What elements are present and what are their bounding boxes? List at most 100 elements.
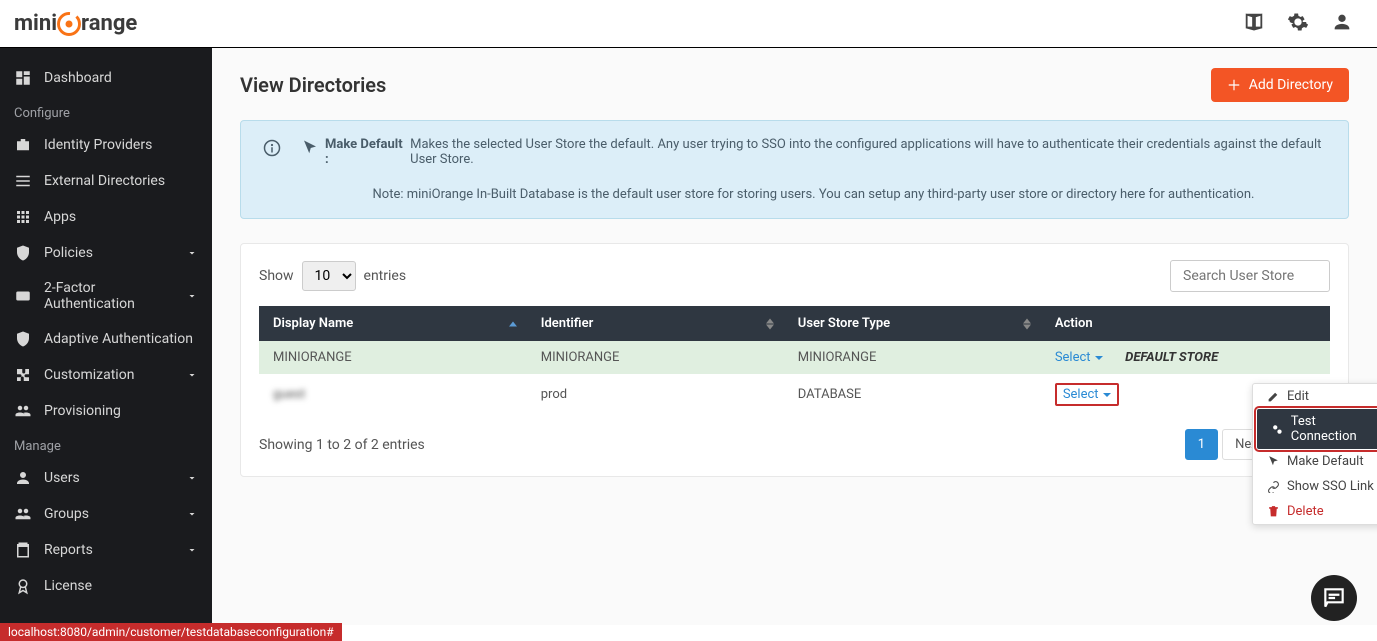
sidebar-item-label: 2-Factor Authentication — [44, 280, 174, 312]
chevron-down-icon — [186, 247, 198, 259]
shield-check-icon — [14, 330, 32, 348]
sidebar-item-label: Dashboard — [44, 70, 112, 86]
sidebar-item-label: Groups — [44, 506, 89, 522]
sidebar-item-identity-providers[interactable]: Identity Providers — [0, 127, 212, 163]
dropdown-show-sso-link[interactable]: Show SSO Link — [1253, 474, 1377, 499]
sidebar-item-groups[interactable]: Groups — [0, 496, 212, 532]
chevron-down-icon — [186, 472, 198, 484]
action-dropdown: Edit Test Connection Make Default Show S… — [1252, 383, 1377, 525]
cursor-icon — [301, 139, 319, 157]
table-row: guest prod DATABASE Select — [259, 374, 1330, 415]
sidebar-item-reports[interactable]: Reports — [0, 532, 212, 568]
table-footer: Showing 1 to 2 of 2 entries 1 Next Last — [259, 429, 1330, 460]
add-button-label: Add Directory — [1249, 77, 1333, 93]
sidebar-item-users[interactable]: Users — [0, 460, 212, 496]
link-icon — [1267, 480, 1280, 493]
info-body-text: Makes the selected User Store the defaul… — [410, 137, 1326, 167]
th-user-store-type[interactable]: User Store Type — [784, 306, 1041, 341]
sidebar-item-provisioning[interactable]: Provisioning — [0, 393, 212, 429]
section-configure: Configure — [0, 96, 212, 127]
users-icon — [14, 402, 32, 420]
sidebar-item-adaptive-auth[interactable]: Adaptive Authentication — [0, 321, 212, 357]
top-icon-bar — [1243, 11, 1353, 37]
topbar: mini range — [0, 0, 1377, 48]
title-row: View Directories Add Directory — [240, 68, 1349, 102]
sidebar-item-apps[interactable]: Apps — [0, 199, 212, 235]
entries-selector: Show 10 entries — [259, 261, 406, 291]
chevron-down-icon — [186, 290, 198, 302]
logo-part-pre: mini — [14, 11, 57, 36]
logo: mini range — [14, 10, 137, 38]
directories-table: Display Name Identifier User Store Type … — [259, 306, 1330, 415]
dropdown-edit[interactable]: Edit — [1253, 384, 1377, 409]
puzzle-icon — [14, 366, 32, 384]
gears-icon — [1271, 423, 1284, 436]
docs-icon[interactable] — [1243, 11, 1265, 37]
info-icon — [263, 139, 281, 157]
showing-text: Showing 1 to 2 of 2 entries — [259, 437, 425, 453]
list-icon — [14, 172, 32, 190]
show-label-post: entries — [364, 268, 407, 284]
sidebar-item-label: Provisioning — [44, 403, 121, 419]
sidebar-item-label: Users — [44, 470, 80, 486]
dropdown-test-connection[interactable]: Test Connection — [1257, 409, 1377, 449]
th-display-name[interactable]: Display Name — [259, 306, 527, 341]
add-directory-button[interactable]: Add Directory — [1211, 68, 1349, 102]
sidebar-item-label: Policies — [44, 245, 93, 261]
info-panel: Make Default : Makes the selected User S… — [240, 120, 1349, 219]
clipboard-icon — [14, 541, 32, 559]
logo-part-post: range — [81, 11, 137, 36]
chevron-down-icon — [186, 508, 198, 520]
search-input[interactable] — [1170, 260, 1330, 292]
show-label-pre: Show — [259, 268, 294, 284]
gear-icon[interactable] — [1287, 11, 1309, 37]
chevron-down-icon — [186, 369, 198, 381]
cell-action: Select DEFAULT STORE — [1041, 341, 1330, 374]
sidebar-item-customization[interactable]: Customization — [0, 357, 212, 393]
section-manage: Manage — [0, 429, 212, 460]
status-bar-url: localhost:8080/admin/customer/testdataba… — [0, 623, 342, 641]
sidebar-item-policies[interactable]: Policies — [0, 235, 212, 271]
dropdown-delete[interactable]: Delete — [1253, 499, 1377, 524]
edit-icon — [1267, 390, 1280, 403]
page-1-button[interactable]: 1 — [1185, 429, 1218, 460]
group-icon — [14, 505, 32, 523]
table-controls: Show 10 entries — [259, 260, 1330, 292]
cell-type: MINIORANGE — [784, 341, 1041, 374]
sidebar-item-2fa[interactable]: 2-Factor Authentication — [0, 271, 212, 321]
sidebar: Dashboard Configure Identity Providers E… — [0, 48, 212, 625]
table-row: MINIORANGE MINIORANGE MINIORANGE Select … — [259, 341, 1330, 374]
badge-icon — [14, 577, 32, 595]
main-content: View Directories Add Directory Make Defa… — [212, 48, 1377, 625]
th-action: Action — [1041, 306, 1330, 341]
select-dropdown[interactable]: Select — [1055, 350, 1103, 365]
user-icon[interactable] — [1331, 11, 1353, 37]
dropdown-make-default[interactable]: Make Default — [1253, 449, 1377, 474]
key-icon — [14, 287, 32, 305]
sidebar-item-label: Apps — [44, 209, 76, 225]
chat-fab[interactable] — [1311, 575, 1357, 621]
th-identifier[interactable]: Identifier — [527, 306, 784, 341]
sidebar-item-label: Reports — [44, 542, 93, 558]
trash-icon — [1267, 505, 1280, 518]
table-card: Show 10 entries Display Name Identifier … — [240, 243, 1349, 477]
select-dropdown[interactable]: Select — [1055, 383, 1119, 406]
sidebar-item-license[interactable]: License — [0, 568, 212, 604]
entries-select[interactable]: 10 — [302, 261, 356, 291]
dashboard-icon — [14, 69, 32, 87]
sidebar-item-label: License — [44, 578, 92, 594]
sidebar-item-label: External Directories — [44, 173, 165, 189]
shield-icon — [14, 244, 32, 262]
cursor-icon — [1267, 455, 1280, 468]
sidebar-item-label: Identity Providers — [44, 137, 152, 153]
cell-display-name: MINIORANGE — [259, 341, 527, 374]
sidebar-item-dashboard[interactable]: Dashboard — [0, 60, 212, 96]
sidebar-item-external-directories[interactable]: External Directories — [0, 163, 212, 199]
sidebar-item-label: Customization — [44, 367, 134, 383]
plus-icon — [1227, 78, 1241, 92]
cell-identifier: MINIORANGE — [527, 341, 784, 374]
apps-icon — [14, 208, 32, 226]
info-body: Make Default : Makes the selected User S… — [301, 137, 1326, 202]
page-title: View Directories — [240, 73, 386, 97]
info-note: Note: miniOrange In-Built Database is th… — [301, 187, 1326, 202]
